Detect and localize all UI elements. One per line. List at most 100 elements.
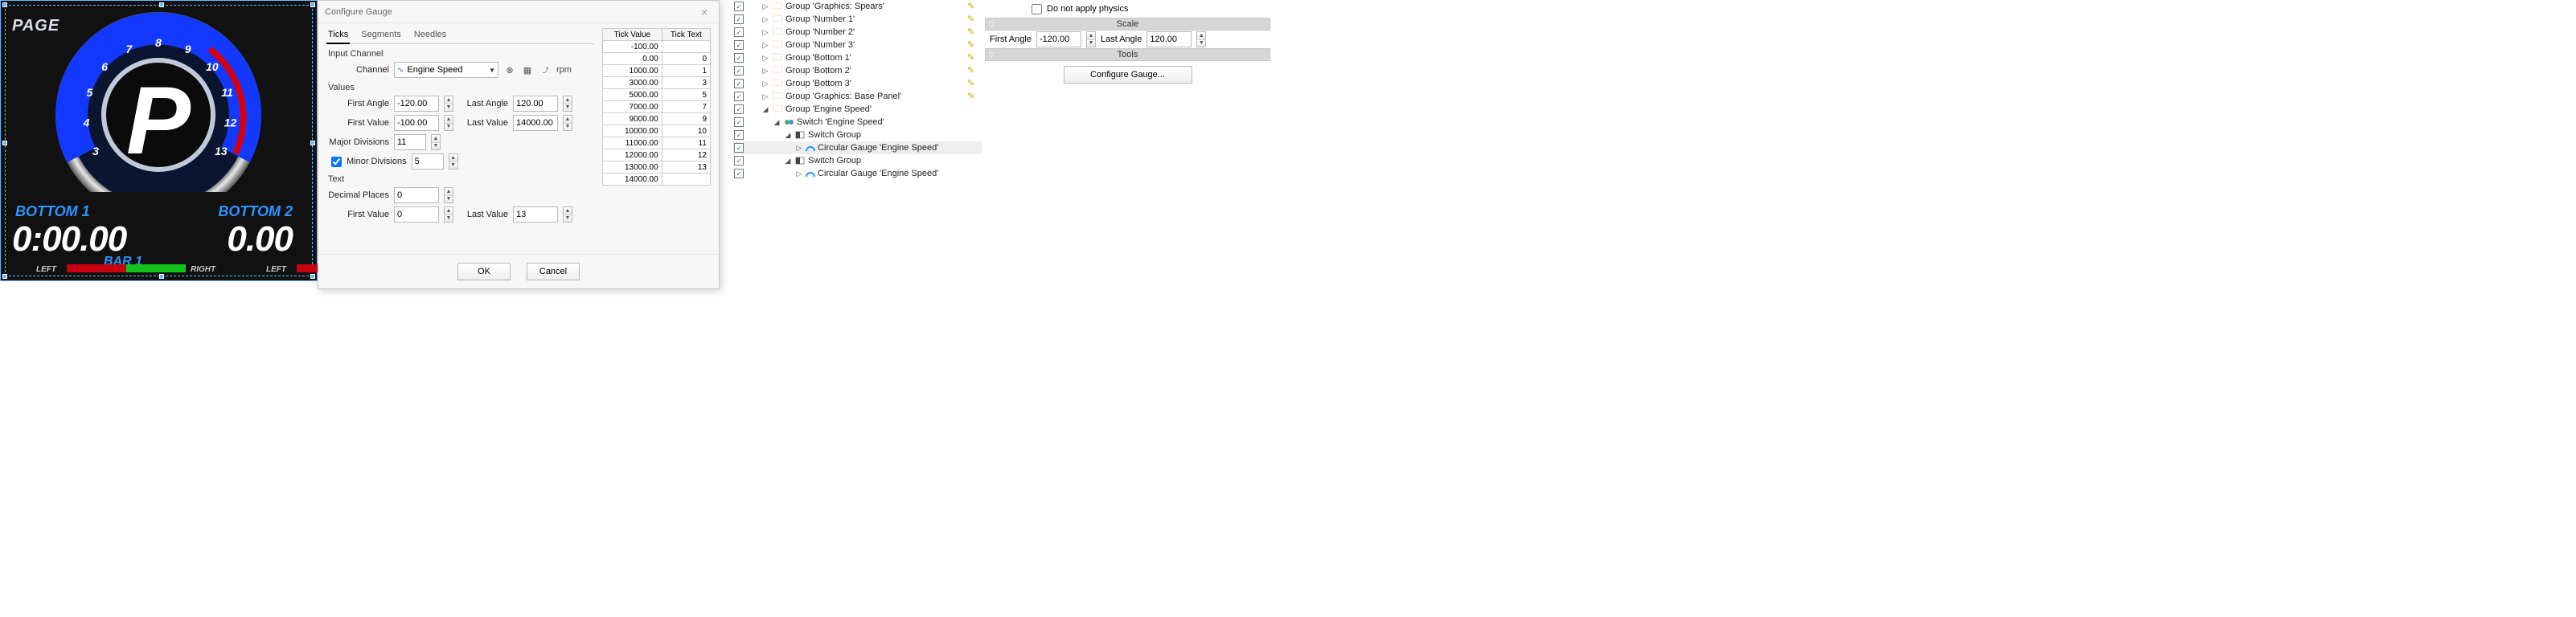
tick-text-cell[interactable]: 3 <box>662 77 710 89</box>
minor-div-spinner[interactable]: ▲▼ <box>449 153 458 170</box>
tick-value-cell[interactable]: -100.00 <box>603 41 662 53</box>
layer-tree[interactable]: ✓▷🗀Group 'Graphics: Spears'✎✓▷🗀Group 'Nu… <box>732 0 982 617</box>
tree-row[interactable]: ✓◢Switch Group <box>732 129 982 141</box>
visibility-checkbox[interactable]: ✓ <box>734 66 744 76</box>
edit-icon[interactable]: ✎ <box>967 27 978 38</box>
expand-icon[interactable]: ▷ <box>795 170 803 178</box>
tick-text-cell[interactable]: 5 <box>662 89 710 101</box>
tree-row[interactable]: ✓◢Switch 'Engine Speed' <box>732 116 982 129</box>
last-angle-spinner[interactable]: ▲▼ <box>563 96 572 112</box>
tick-text-cell[interactable]: 0 <box>662 53 710 65</box>
text-last-value-spinner[interactable]: ▲▼ <box>563 206 572 223</box>
tick-row[interactable]: -100.00 <box>603 41 711 53</box>
tick-value-cell[interactable]: 12000.00 <box>603 149 662 161</box>
text-first-value-spinner[interactable]: ▲▼ <box>444 206 453 223</box>
last-value-input[interactable] <box>513 115 558 131</box>
prop-last-angle-input[interactable] <box>1146 31 1192 47</box>
tools-header[interactable]: ▽Tools <box>985 48 1270 61</box>
major-div-spinner[interactable]: ▲▼ <box>431 134 441 150</box>
visibility-checkbox[interactable]: ✓ <box>734 53 744 63</box>
tab-needles[interactable]: Needles <box>412 28 448 43</box>
tick-row[interactable]: 13000.0013 <box>603 161 711 174</box>
resize-handle[interactable] <box>159 274 164 279</box>
edit-icon[interactable]: ✎ <box>967 1 978 12</box>
tick-text-cell[interactable]: 10 <box>662 125 710 137</box>
tree-row[interactable]: ✓◢🗀Group 'Engine Speed' <box>732 103 982 116</box>
visibility-checkbox[interactable]: ✓ <box>734 92 744 101</box>
major-div-input[interactable] <box>394 134 426 150</box>
edit-icon[interactable]: ✎ <box>967 65 978 76</box>
tree-row[interactable]: ✓▷🗀Group 'Number 2'✎ <box>732 26 982 39</box>
scale-header[interactable]: ▽Scale <box>985 18 1270 31</box>
tick-value-cell[interactable]: 9000.00 <box>603 113 662 125</box>
tree-row[interactable]: ✓▷Circular Gauge 'Engine Speed' <box>732 167 982 180</box>
tick-value-cell[interactable]: 3000.00 <box>603 77 662 89</box>
visibility-checkbox[interactable]: ✓ <box>734 143 744 153</box>
decimal-places-spinner[interactable]: ▲▼ <box>444 187 453 203</box>
tab-segments[interactable]: Segments <box>359 28 403 43</box>
tick-row[interactable]: 10000.0010 <box>603 125 711 137</box>
expand-icon[interactable]: ▷ <box>761 54 769 63</box>
edit-icon[interactable]: ✎ <box>967 52 978 63</box>
expand-icon[interactable]: ▷ <box>761 41 769 50</box>
tick-text-cell[interactable]: 7 <box>662 101 710 113</box>
visibility-checkbox[interactable]: ✓ <box>734 2 744 11</box>
tick-text-cell[interactable]: 12 <box>662 149 710 161</box>
expand-icon[interactable]: ▷ <box>761 28 769 37</box>
tick-text-cell[interactable]: 1 <box>662 65 710 77</box>
tick-value-cell[interactable]: 7000.00 <box>603 101 662 113</box>
edit-icon[interactable]: ✎ <box>967 78 978 89</box>
resize-handle[interactable] <box>2 141 7 145</box>
edit-icon[interactable]: ✎ <box>967 14 978 25</box>
text-last-value-input[interactable] <box>513 206 558 223</box>
configure-gauge-button[interactable]: Configure Gauge... <box>1064 66 1192 84</box>
tick-table[interactable]: Tick Value Tick Text -100.000.0001000.00… <box>602 28 711 186</box>
edit-icon[interactable]: ✎ <box>967 39 978 51</box>
minor-div-input[interactable] <box>412 153 444 170</box>
edit-icon[interactable]: ✎ <box>967 91 978 102</box>
first-angle-spinner[interactable]: ▲▼ <box>444 96 453 112</box>
tick-text-cell[interactable]: 9 <box>662 113 710 125</box>
axis-icon[interactable]: ⤴ <box>539 63 552 76</box>
tick-value-cell[interactable]: 0.00 <box>603 53 662 65</box>
physics-checkbox[interactable] <box>1032 4 1042 14</box>
last-value-spinner[interactable]: ▲▼ <box>563 115 572 131</box>
tick-text-cell[interactable]: 11 <box>662 137 710 149</box>
expand-icon[interactable]: ▷ <box>761 92 769 101</box>
tick-value-cell[interactable]: 10000.00 <box>603 125 662 137</box>
cancel-button[interactable]: Cancel <box>527 263 580 280</box>
visibility-checkbox[interactable]: ✓ <box>734 104 744 114</box>
visibility-checkbox[interactable]: ✓ <box>734 169 744 178</box>
expand-icon[interactable]: ◢ <box>784 131 792 140</box>
tick-row[interactable]: 12000.0012 <box>603 149 711 161</box>
tree-row[interactable]: ✓▷🗀Group 'Number 3'✎ <box>732 39 982 51</box>
tick-row[interactable]: 11000.0011 <box>603 137 711 149</box>
decimal-places-input[interactable] <box>394 187 439 203</box>
visibility-checkbox[interactable]: ✓ <box>734 40 744 50</box>
tree-row[interactable]: ✓▷Circular Gauge 'Engine Speed' <box>732 141 982 154</box>
expand-icon[interactable]: ▷ <box>795 144 803 153</box>
tree-row[interactable]: ✓◢Switch Group <box>732 154 982 167</box>
first-angle-input[interactable] <box>394 96 439 112</box>
minor-div-checkbox[interactable] <box>331 157 342 167</box>
close-icon[interactable]: × <box>696 4 712 20</box>
dialog-titlebar[interactable]: Configure Gauge × <box>318 1 719 23</box>
tick-text-cell[interactable] <box>662 41 710 53</box>
resize-handle[interactable] <box>2 2 7 7</box>
resize-handle[interactable] <box>310 2 315 7</box>
expand-icon[interactable]: ▷ <box>761 80 769 88</box>
tab-ticks[interactable]: Ticks <box>326 28 350 44</box>
visibility-checkbox[interactable]: ✓ <box>734 79 744 88</box>
expand-icon[interactable]: ▷ <box>761 67 769 76</box>
first-value-input[interactable] <box>394 115 439 131</box>
tick-row[interactable]: 3000.003 <box>603 77 711 89</box>
prop-first-angle-input[interactable] <box>1036 31 1081 47</box>
resize-handle[interactable] <box>2 274 7 279</box>
dashboard-preview[interactable]: PAGE P 345678910111213 BOTTOM 1 BOTTOM 2… <box>0 0 318 281</box>
tree-row[interactable]: ✓▷🗀Group 'Graphics: Base Panel'✎ <box>732 90 982 103</box>
tick-text-cell[interactable] <box>662 174 710 186</box>
tick-row[interactable]: 5000.005 <box>603 89 711 101</box>
last-angle-input[interactable] <box>513 96 558 112</box>
channel-combo[interactable]: ∿ Engine Speed ▼ <box>394 62 498 78</box>
expand-icon[interactable]: ◢ <box>761 105 769 114</box>
